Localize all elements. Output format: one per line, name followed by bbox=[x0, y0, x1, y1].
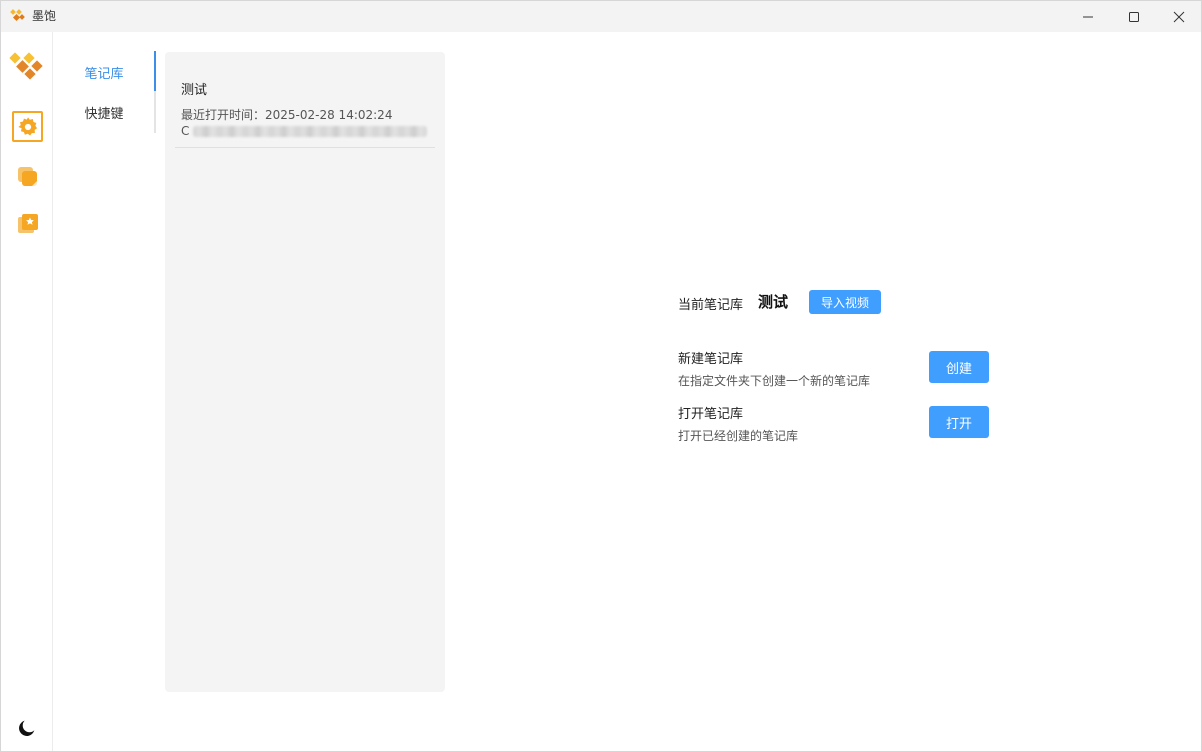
library-list-item[interactable]: 测试 最近打开时间：2025-02-28 14:02:24 C bbox=[175, 66, 435, 148]
settings-subnav: 笔记库 快捷键 bbox=[53, 32, 157, 142]
dark-mode-moon-icon[interactable] bbox=[16, 717, 38, 739]
starred-collection-icon bbox=[17, 213, 38, 233]
app-logo-icon bbox=[9, 52, 43, 80]
library-path-redacted bbox=[193, 126, 427, 137]
maximize-button[interactable] bbox=[1111, 1, 1157, 32]
maximize-icon bbox=[1129, 11, 1139, 22]
open-library-description: 打开已经创建的笔记库 bbox=[678, 429, 799, 443]
sidebar-item-settings[interactable] bbox=[12, 111, 43, 142]
current-library-name: 测试 bbox=[758, 293, 789, 311]
sidebar-item-collection[interactable] bbox=[12, 208, 43, 239]
tab-shortcuts[interactable]: 快捷键 bbox=[53, 92, 155, 132]
minimize-icon bbox=[1083, 16, 1093, 17]
library-last-opened: 最近打开时间：2025-02-28 14:02:24 bbox=[181, 108, 393, 122]
title-bar: 墨饱 bbox=[1, 1, 1201, 32]
app-logo-icon bbox=[10, 9, 25, 22]
window-title: 墨饱 bbox=[32, 9, 57, 23]
close-button[interactable] bbox=[1156, 1, 1202, 32]
close-icon bbox=[1173, 11, 1185, 22]
library-name: 测试 bbox=[181, 83, 208, 98]
import-video-button[interactable]: 导入视频 bbox=[809, 290, 881, 314]
main-content: 当前笔记库 测试 导入视频 新建笔记库 在指定文件夹下创建一个新的笔记库 创建 … bbox=[445, 32, 1201, 751]
current-library-label: 当前笔记库 bbox=[678, 298, 744, 313]
minimize-button[interactable] bbox=[1065, 1, 1111, 32]
settings-gear-icon bbox=[17, 116, 37, 136]
notes-stack-icon bbox=[17, 166, 37, 186]
create-library-button[interactable]: 创建 bbox=[929, 351, 989, 383]
library-list-panel: 测试 最近打开时间：2025-02-28 14:02:24 C bbox=[165, 52, 445, 692]
open-library-button[interactable]: 打开 bbox=[929, 406, 989, 438]
tab-libraries[interactable]: 笔记库 bbox=[53, 52, 155, 92]
new-library-title: 新建笔记库 bbox=[678, 352, 744, 367]
open-library-title: 打开笔记库 bbox=[678, 407, 744, 422]
app-window: 墨饱 笔记库 快捷键 测试 最近打开时间：2025-02-28 14:02:24… bbox=[0, 0, 1202, 752]
icon-sidebar bbox=[1, 32, 53, 751]
new-library-description: 在指定文件夹下创建一个新的笔记库 bbox=[678, 374, 871, 388]
sidebar-item-notes[interactable] bbox=[12, 160, 43, 191]
library-path: C bbox=[181, 124, 190, 138]
